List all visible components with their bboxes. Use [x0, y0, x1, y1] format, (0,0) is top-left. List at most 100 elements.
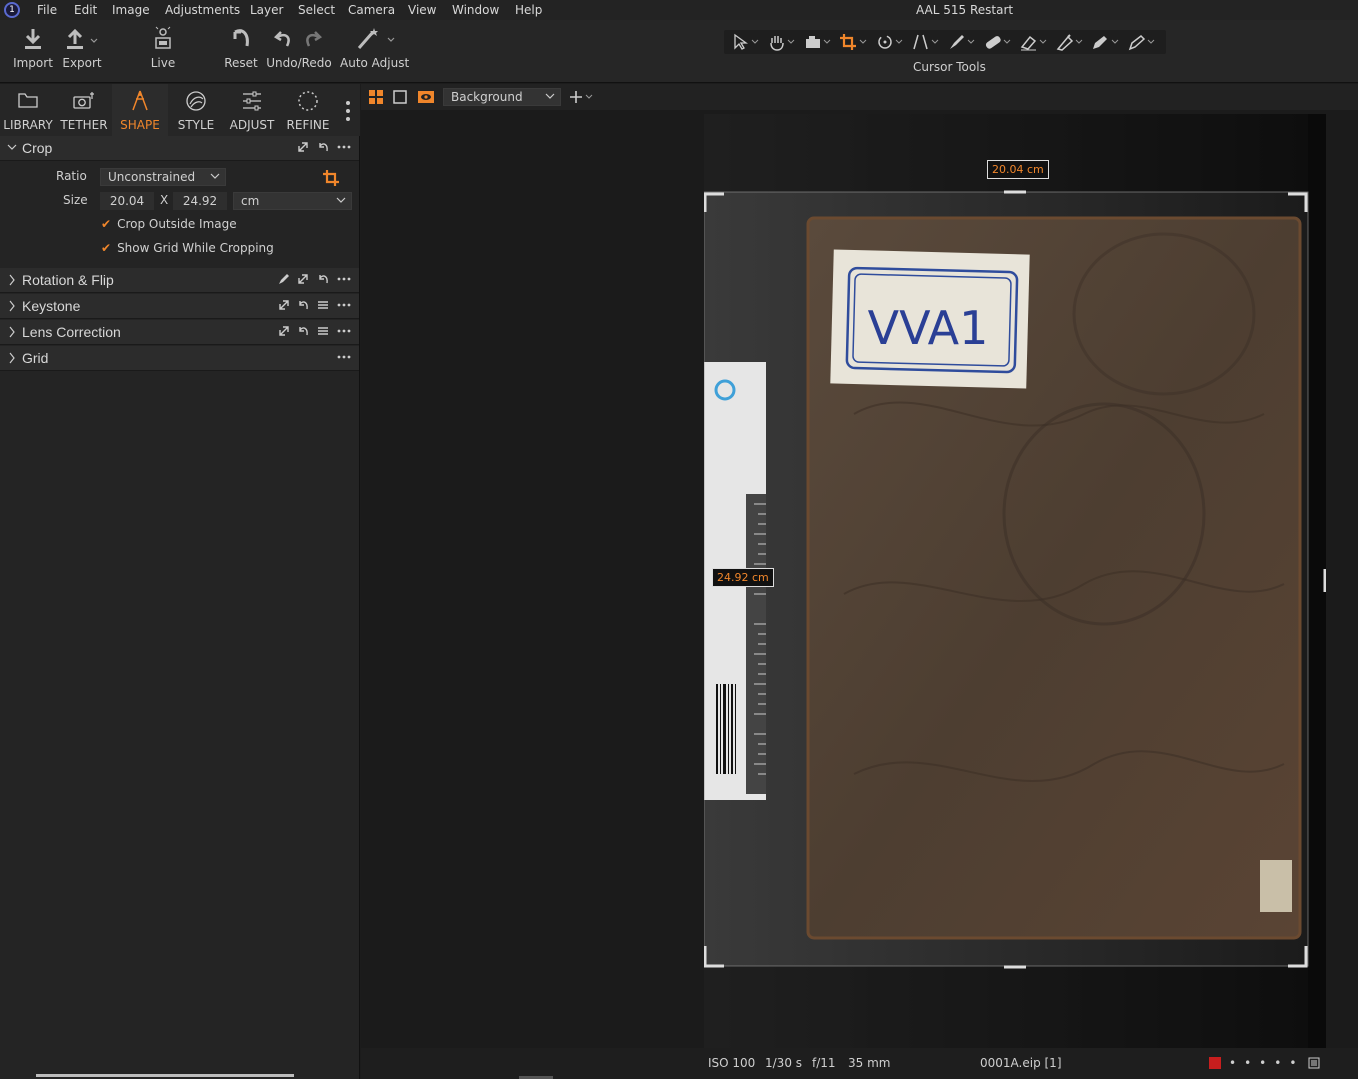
reset-small-icon[interactable]: [317, 141, 329, 153]
tab-tether[interactable]: TETHER: [56, 84, 112, 136]
tab-refine[interactable]: REFINE: [280, 84, 336, 136]
reset-small-icon[interactable]: [297, 325, 309, 337]
app-logo: 1: [4, 2, 20, 18]
keystone-tool-icon[interactable]: [910, 33, 944, 51]
show-grid-checkbox[interactable]: ✔ Show Grid While Cropping: [101, 241, 274, 255]
more-tabs-icon[interactable]: [344, 100, 352, 122]
magic-wand-icon: [340, 26, 406, 56]
crop-section-title: Crop: [22, 140, 53, 156]
focal-readout: 35 mm: [848, 1056, 891, 1070]
rotation-section-header[interactable]: Rotation & Flip: [0, 268, 359, 293]
picker-icon[interactable]: [278, 273, 290, 285]
picker-tool-icon[interactable]: [1090, 33, 1124, 51]
menu-edit[interactable]: Edit: [74, 3, 97, 17]
info-list-icon[interactable]: [1308, 1057, 1320, 1069]
menu-camera[interactable]: Camera: [348, 3, 395, 17]
reset-small-icon[interactable]: [297, 299, 309, 311]
reset-small-icon[interactable]: [317, 273, 329, 285]
pan-hand-icon[interactable]: [766, 33, 800, 51]
more-options-icon[interactable]: [337, 325, 351, 337]
menu-view[interactable]: View: [408, 3, 436, 17]
reset-icon: [224, 26, 258, 56]
healing-tool-icon[interactable]: [982, 33, 1016, 51]
gradient-tool-icon[interactable]: [1054, 33, 1088, 51]
iso-readout: ISO 100: [708, 1056, 756, 1070]
eraser-tool-icon[interactable]: [1018, 33, 1052, 51]
live-icon: [146, 26, 180, 56]
camera-icon: [56, 84, 112, 118]
undo-redo-icon: [266, 26, 332, 56]
image-viewer[interactable]: VVA1 20.04 cm 24.92 cm: [361, 110, 1358, 1048]
expand-icon[interactable]: [297, 141, 309, 153]
chevron-right-icon: [9, 352, 15, 364]
filename-readout: 0001A.eip [1]: [980, 1056, 1062, 1070]
chevron-down-icon: [7, 144, 17, 150]
lens-section-header[interactable]: Lens Correction: [0, 320, 359, 345]
ratio-label: Ratio: [56, 169, 87, 183]
menu-layer[interactable]: Layer: [250, 3, 283, 17]
height-input[interactable]: 24.92: [173, 192, 227, 210]
annotate-tool-icon[interactable]: [1126, 33, 1160, 51]
crop-outside-checkbox[interactable]: ✔ Crop Outside Image: [101, 217, 237, 231]
single-view-icon[interactable]: [393, 90, 407, 104]
undo-redo-button[interactable]: Undo/Redo: [266, 26, 332, 78]
rating-dots[interactable]: •••••: [1229, 1056, 1304, 1070]
width-input[interactable]: 20.04: [100, 192, 154, 210]
brush-tool-icon[interactable]: [946, 33, 980, 51]
window-title: AAL 515 Restart: [916, 3, 1014, 17]
refine-icon: [280, 84, 336, 118]
list-icon[interactable]: [317, 299, 329, 311]
expand-icon[interactable]: [278, 325, 290, 337]
ratio-select[interactable]: Unconstrained: [100, 168, 226, 186]
crop-icon[interactable]: [322, 169, 340, 187]
label-numerals: VVA1: [868, 301, 989, 355]
size-separator: X: [160, 193, 169, 207]
chevron-down-icon: [336, 197, 346, 203]
tab-library[interactable]: LIBRARY: [0, 84, 56, 136]
photo-canvas[interactable]: VVA1 20.04 cm 24.92 cm: [704, 114, 1326, 1048]
aperture-readout: f/11: [812, 1056, 836, 1070]
list-icon[interactable]: [317, 325, 329, 337]
menu-help[interactable]: Help: [515, 3, 542, 17]
sliders-icon: [224, 84, 280, 118]
preview-eye-icon[interactable]: [417, 89, 435, 105]
chevron-down-icon: [545, 93, 555, 99]
tab-adjust[interactable]: ADJUST: [224, 84, 280, 136]
tab-style[interactable]: STYLE: [168, 84, 224, 136]
more-options-icon[interactable]: [337, 299, 351, 311]
live-button[interactable]: Live: [146, 26, 180, 78]
photo-image: VVA1: [704, 114, 1326, 1048]
menu-window[interactable]: Window: [452, 3, 499, 17]
panel-scrollbar[interactable]: [36, 1074, 294, 1077]
folder-icon: [0, 84, 56, 118]
reset-button[interactable]: Reset: [224, 26, 258, 78]
menu-select[interactable]: Select: [298, 3, 335, 17]
layer-select[interactable]: Background: [443, 88, 561, 106]
more-options-icon[interactable]: [337, 273, 351, 285]
menu-image[interactable]: Image: [112, 3, 150, 17]
rotate-tool-icon[interactable]: [874, 33, 908, 51]
expand-icon[interactable]: [297, 273, 309, 285]
tool-tabs: LIBRARY TETHER SHAPE STYLE ADJUST REFINE: [0, 84, 360, 136]
import-button[interactable]: Import: [12, 26, 54, 78]
crop-section-header[interactable]: Crop: [0, 136, 359, 161]
tab-shape[interactable]: SHAPE: [112, 84, 168, 136]
export-button[interactable]: Export: [61, 26, 103, 78]
select-cursor-icon[interactable]: [730, 33, 764, 51]
tool-panel: LIBRARY TETHER SHAPE STYLE ADJUST REFINE…: [0, 84, 360, 1079]
add-layer-icon[interactable]: [569, 90, 595, 104]
camera-tool-icon[interactable]: [802, 33, 836, 51]
auto-adjust-button[interactable]: Auto Adjust: [340, 26, 409, 78]
keystone-section-header[interactable]: Keystone: [0, 294, 359, 319]
menu-file[interactable]: File: [37, 3, 57, 17]
more-options-icon[interactable]: [337, 141, 351, 153]
color-tag-icon[interactable]: [1209, 1057, 1221, 1069]
more-options-icon[interactable]: [337, 351, 351, 363]
menu-adjustments[interactable]: Adjustments: [165, 3, 240, 17]
expand-icon[interactable]: [278, 299, 290, 311]
chevron-right-icon: [9, 274, 15, 286]
grid-view-icon[interactable]: [369, 90, 383, 104]
crop-tool-icon[interactable]: [838, 33, 872, 51]
unit-select[interactable]: cm: [233, 192, 352, 210]
grid-section-header[interactable]: Grid: [0, 346, 359, 371]
